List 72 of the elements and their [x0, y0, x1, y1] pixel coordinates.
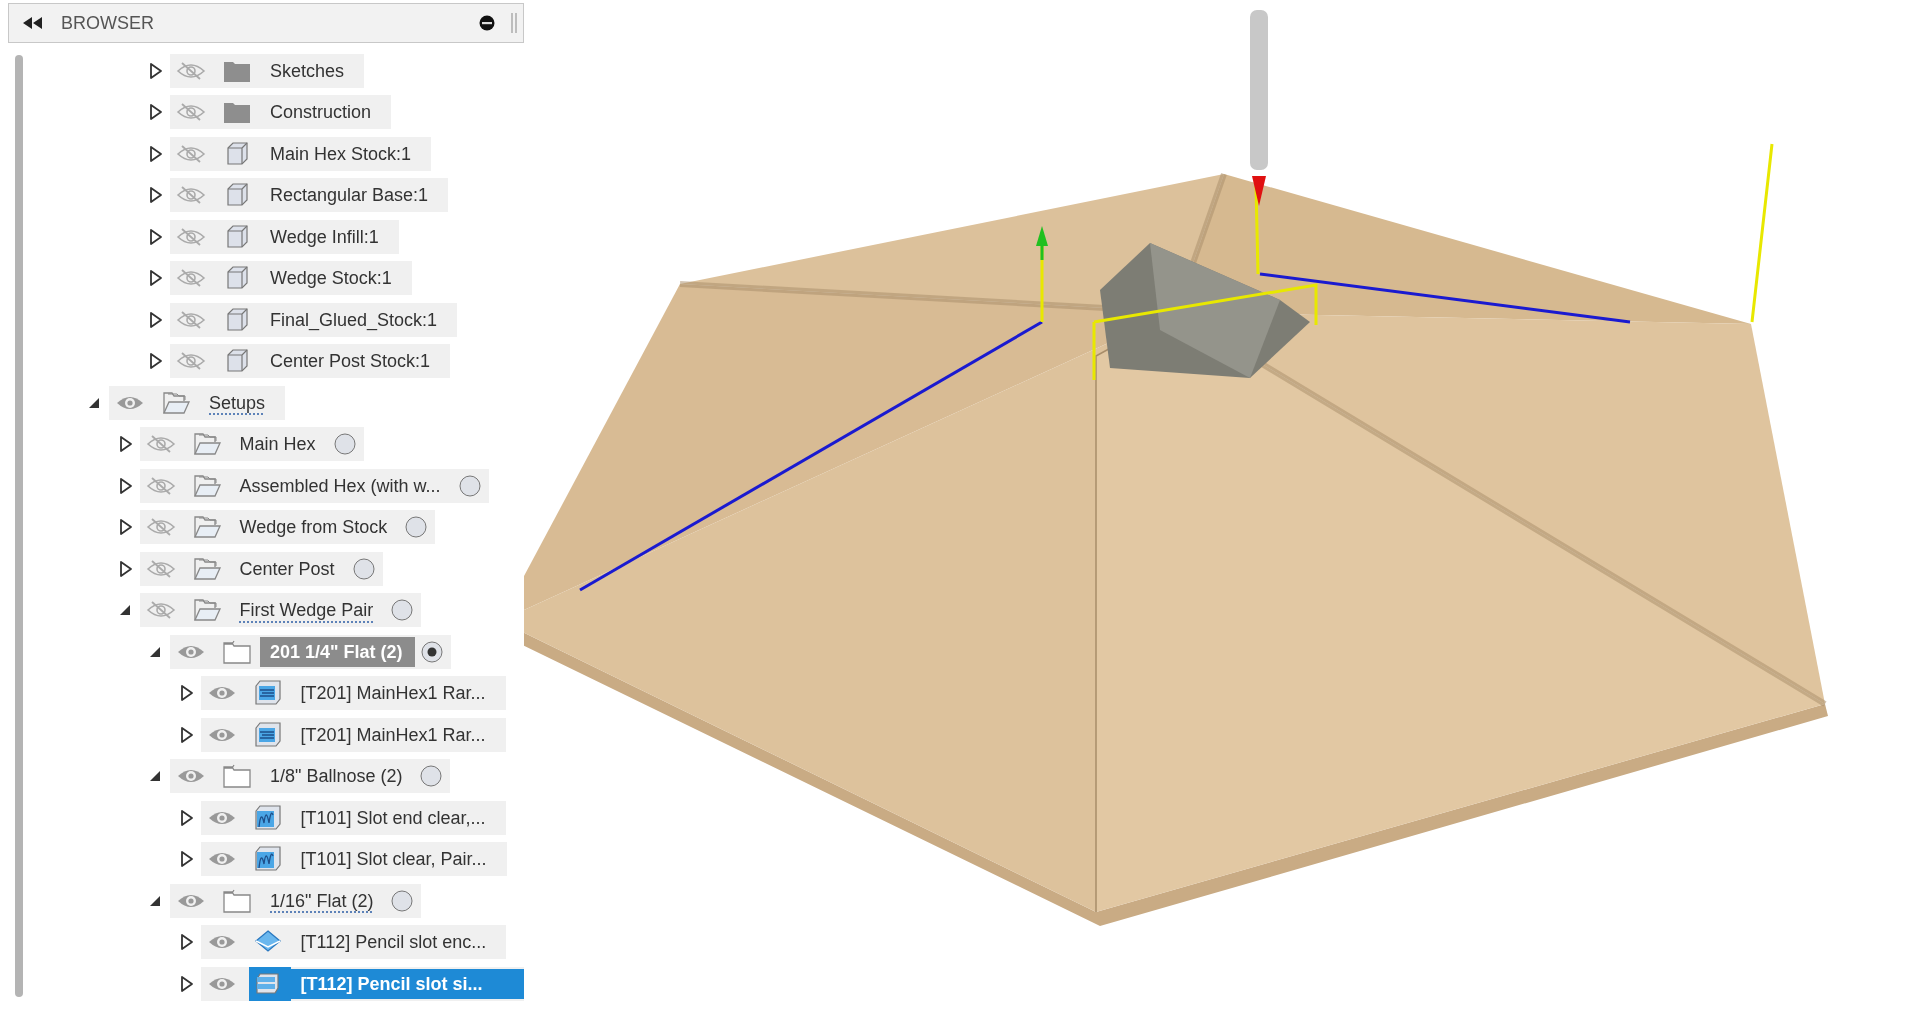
collapse-panel-icon[interactable]: [21, 16, 45, 30]
radio-button[interactable]: [391, 889, 414, 912]
item-label: Final_Glued_Stock:1: [269, 308, 439, 333]
tree-item[interactable]: Main Hex: [139, 427, 364, 462]
tree-item[interactable]: Setups: [109, 385, 286, 420]
tree-item[interactable]: First Wedge Pair: [139, 593, 422, 628]
hidden-eye-icon[interactable]: [176, 143, 206, 164]
hidden-eye-icon[interactable]: [176, 309, 206, 330]
hidden-eye-icon[interactable]: [145, 558, 176, 579]
tree-item[interactable]: Construction: [170, 95, 392, 130]
hidden-eye-icon[interactable]: [176, 351, 206, 372]
item-label: 201 1/4" Flat (2): [260, 636, 415, 667]
item-label: [T101] Slot clear, Pair...: [299, 848, 488, 872]
item-label: [T112] Pencil slot enc...: [299, 931, 488, 955]
hidden-eye-icon[interactable]: [176, 102, 206, 123]
tree-item[interactable]: [T112] Pencil slot si...: [200, 966, 524, 1001]
tree-item[interactable]: Main Hex Stock:1: [170, 136, 432, 171]
item-label: Center Post: [238, 557, 336, 581]
item-label: Setups: [208, 391, 267, 415]
item-label: Wedge from Stock: [238, 516, 389, 540]
item-label: Main Hex Stock:1: [269, 142, 413, 166]
tree-item[interactable]: Center Post Stock:1: [170, 344, 451, 379]
item-label: Rectangular Base:1: [269, 184, 430, 208]
tree-item[interactable]: Final_Glued_Stock:1: [170, 302, 458, 337]
grip-handle-icon[interactable]: [511, 12, 517, 34]
item-label: Center Post Stock:1: [269, 350, 432, 374]
hidden-eye-icon[interactable]: [176, 268, 206, 289]
tree-item[interactable]: [T101] Slot end clear,...: [200, 800, 506, 835]
hidden-eye-icon[interactable]: [145, 434, 176, 455]
item-label: Main Hex: [238, 433, 317, 457]
tree-item[interactable]: 1/16" Flat (2): [170, 883, 422, 918]
hidden-eye-icon[interactable]: [176, 60, 206, 81]
radio-button[interactable]: [405, 516, 428, 539]
tree-item[interactable]: Center Post: [139, 551, 383, 586]
radio-button[interactable]: [333, 433, 356, 456]
hidden-eye-icon[interactable]: [145, 600, 176, 621]
tree-item[interactable]: [T201] MainHex1 Rar...: [200, 717, 506, 752]
hidden-eye-icon[interactable]: [176, 226, 206, 247]
hidden-eye-icon[interactable]: [145, 517, 176, 538]
minus-circle-icon[interactable]: [479, 15, 495, 31]
tree-item[interactable]: Wedge Infill:1: [170, 219, 399, 254]
tree-item[interactable]: Rectangular Base:1: [170, 178, 449, 213]
scrollbar[interactable]: [15, 55, 23, 997]
tree-item[interactable]: [T201] MainHex1 Rar...: [200, 676, 506, 711]
tree-item[interactable]: Assembled Hex (with w...: [139, 468, 489, 503]
tree-item[interactable]: Wedge Stock:1: [170, 261, 412, 296]
hidden-eye-icon[interactable]: [176, 185, 206, 206]
radio-button[interactable]: [420, 765, 443, 788]
item-label: [T201] MainHex1 Rar...: [299, 723, 487, 747]
tree-item[interactable]: [T112] Pencil slot enc...: [200, 925, 507, 960]
item-label: 1/16" Flat (2): [269, 889, 375, 913]
item-label: Assembled Hex (with w...: [238, 474, 442, 498]
item-label: 1/8" Ballnose (2): [269, 765, 404, 789]
panel-title: BROWSER: [61, 12, 155, 34]
tree-item[interactable]: 1/8" Ballnose (2): [170, 759, 451, 794]
item-label: Wedge Stock:1: [269, 267, 393, 291]
tree-item[interactable]: Sketches: [170, 53, 365, 88]
radio-button[interactable]: [391, 599, 414, 622]
radio-button[interactable]: [352, 557, 375, 580]
stacked-layers-icon: [248, 966, 291, 1001]
item-label: [T101] Slot end clear,...: [299, 806, 487, 830]
tree-item[interactable]: [T101] Slot clear, Pair...: [200, 842, 507, 877]
item-label: Sketches: [269, 59, 346, 83]
item-label: First Wedge Pair: [238, 599, 375, 623]
tree-item[interactable]: Wedge from Stock: [139, 510, 436, 545]
item-label: [T201] MainHex1 Rar...: [299, 682, 487, 706]
hidden-eye-icon[interactable]: [145, 475, 176, 496]
radio-button[interactable]: [458, 474, 481, 497]
item-label: [T112] Pencil slot si...: [290, 968, 524, 999]
item-label: Construction: [269, 101, 373, 125]
radio-button[interactable]: [420, 640, 443, 663]
item-label: Wedge Infill:1: [269, 225, 380, 249]
